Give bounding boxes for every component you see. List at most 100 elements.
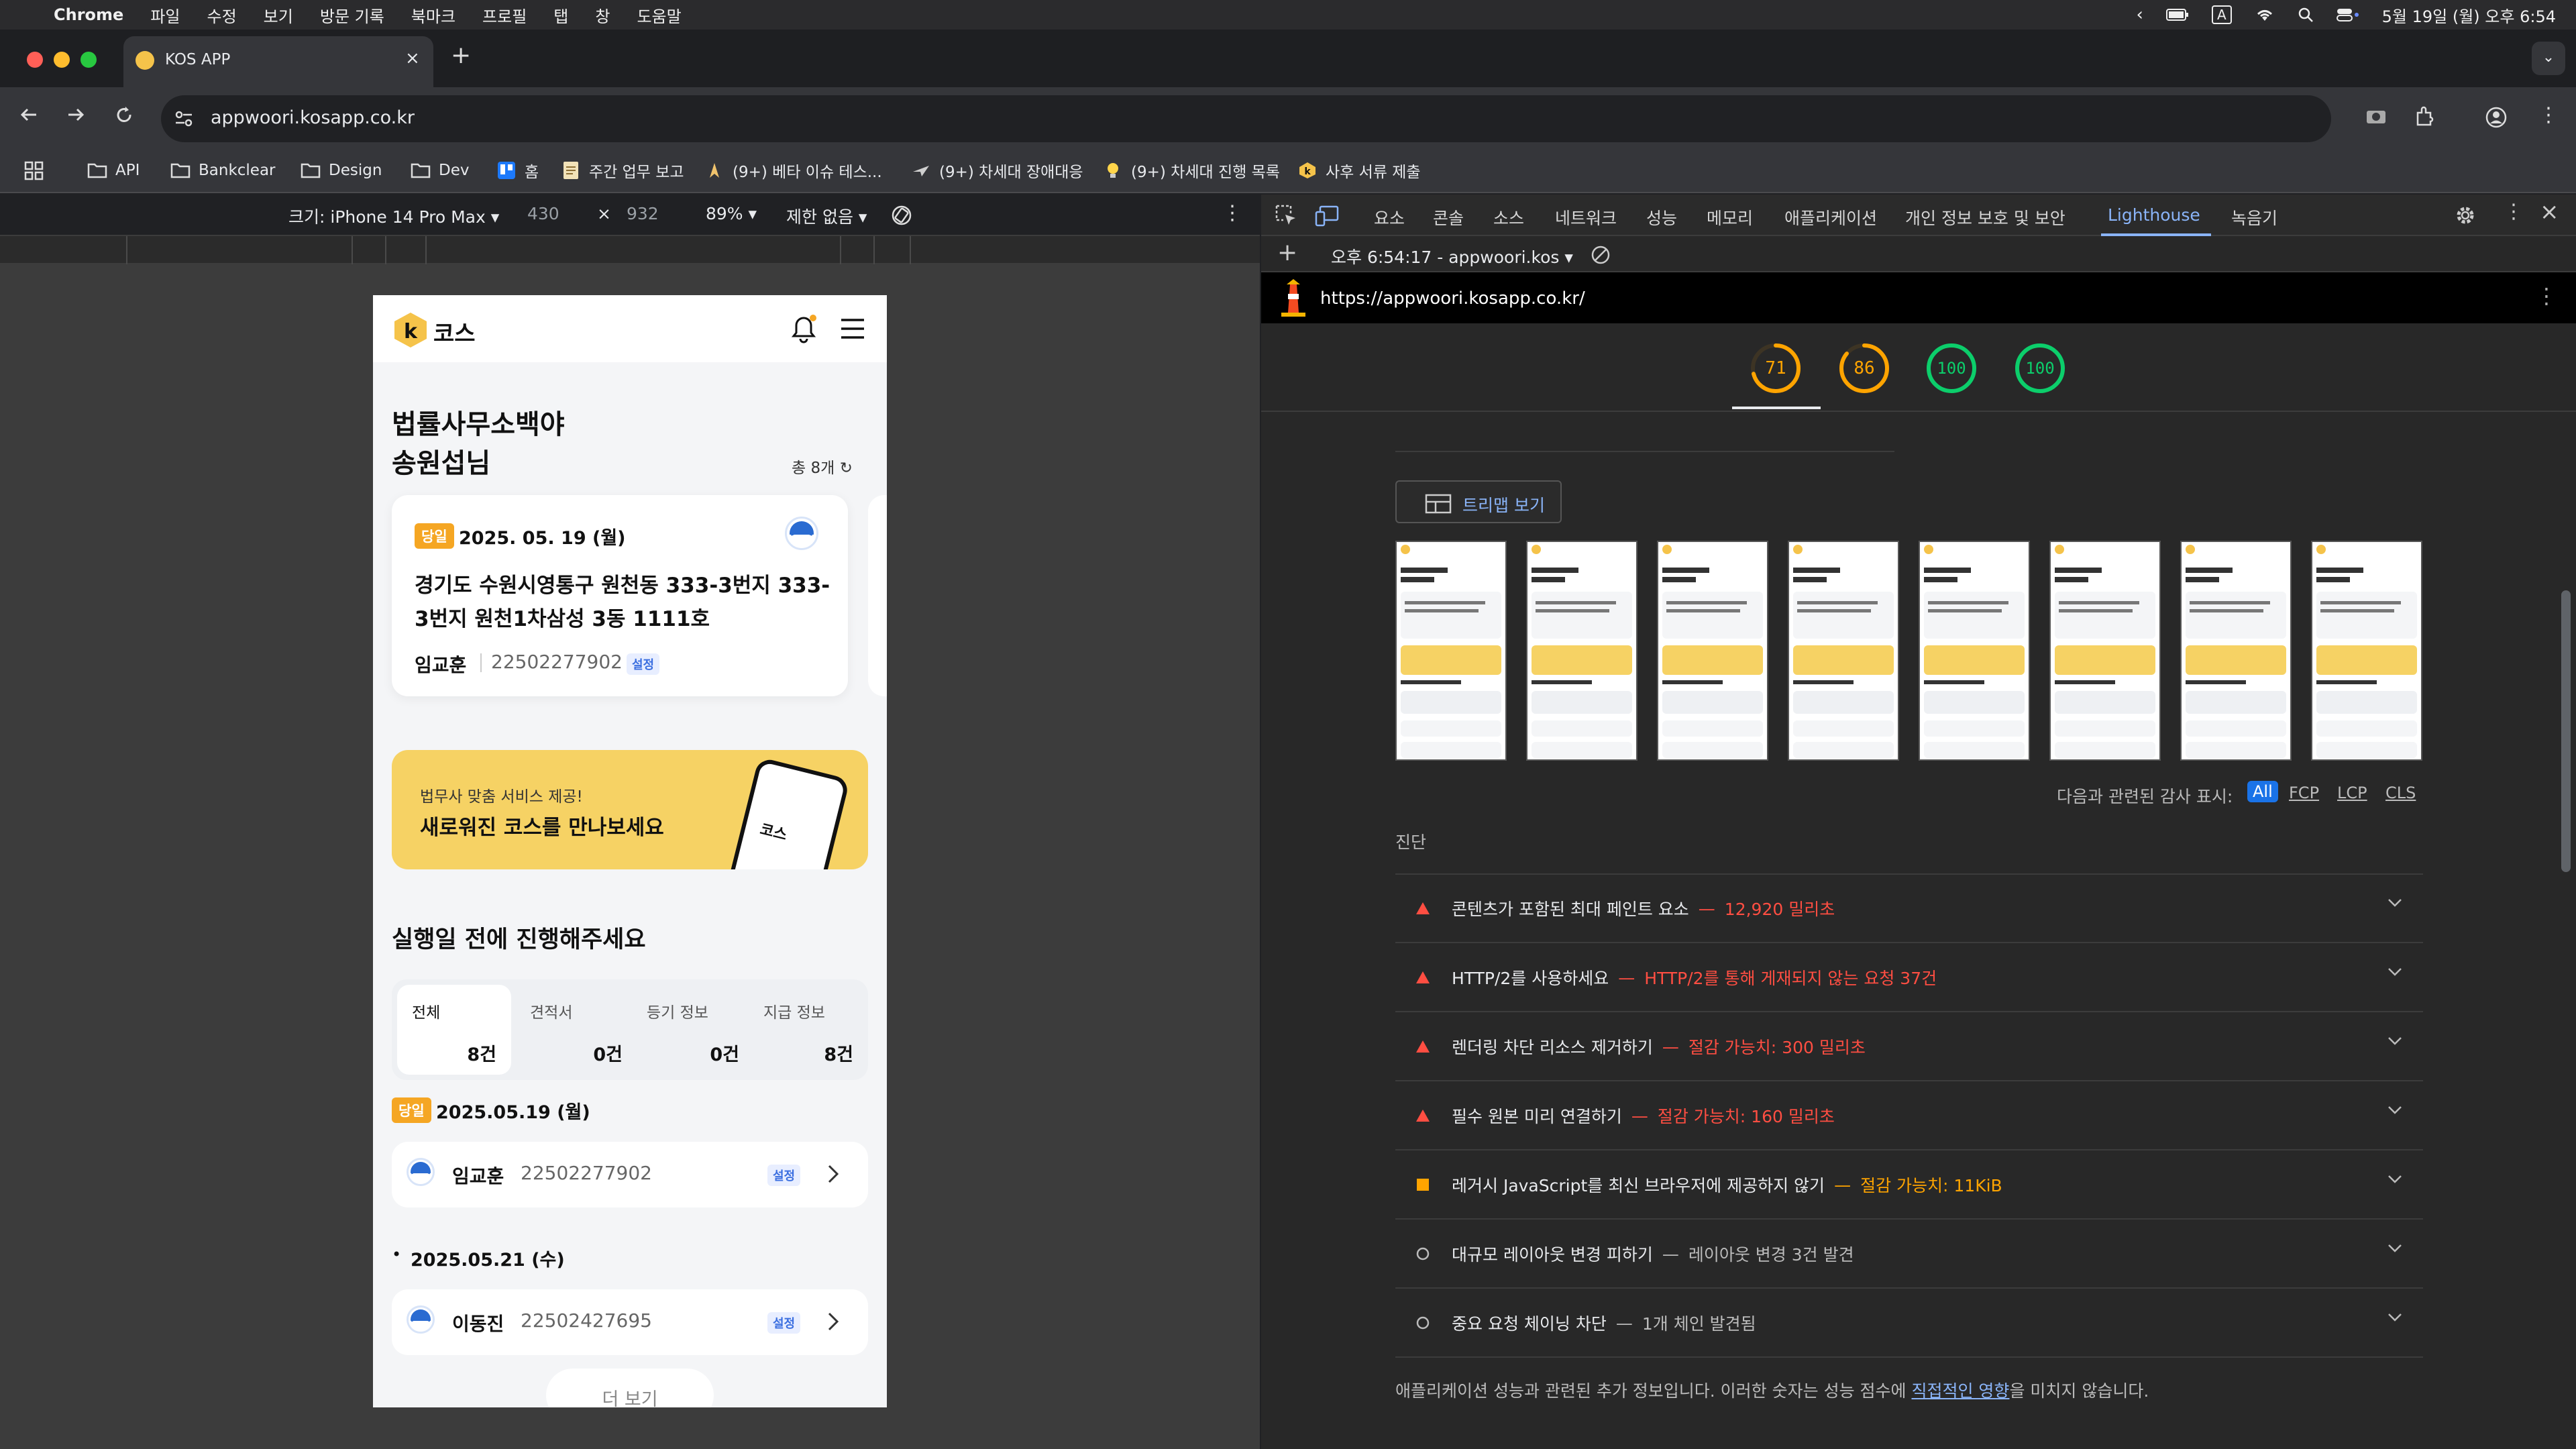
- chevron-right-icon[interactable]: [826, 1311, 840, 1332]
- tab-privacy-security[interactable]: 개인 정보 보호 및 보안: [1905, 205, 2065, 229]
- chrome-menu-icon[interactable]: ⋮: [2538, 103, 2559, 127]
- filmstrip-frame[interactable]: [2311, 541, 2422, 761]
- menu-file[interactable]: 파일: [150, 3, 180, 27]
- chevron-down-icon[interactable]: [2387, 1312, 2403, 1323]
- total-count[interactable]: 총 8개 ↻: [792, 455, 853, 478]
- list-item[interactable]: 임교훈 22502277902 설정: [392, 1142, 868, 1208]
- menu-profile[interactable]: 프로필: [482, 3, 527, 27]
- score-gauge-best-practices[interactable]: 100: [1925, 342, 1978, 394]
- back-icon[interactable]: [19, 105, 39, 125]
- case-card[interactable]: 당일 2025. 05. 19 (월) 경기도 수원시영통구 원천동 333-3…: [392, 495, 848, 696]
- filmstrip-frame[interactable]: [1526, 541, 1638, 761]
- reload-icon[interactable]: [114, 105, 134, 125]
- device-toggle-icon[interactable]: [1315, 204, 1339, 227]
- rotate-icon[interactable]: [890, 204, 914, 227]
- tab-search-button[interactable]: ⌄: [2532, 42, 2565, 75]
- filter-all[interactable]: 전체 8건: [397, 985, 511, 1075]
- zoom-window-button[interactable]: [80, 52, 97, 68]
- score-gauge-accessibility[interactable]: 86: [1838, 342, 1890, 394]
- menubar-clock[interactable]: 5월 19일 (월) 오후 6:54: [2382, 3, 2556, 27]
- chevron-down-icon[interactable]: [2387, 967, 2403, 977]
- menu-tab[interactable]: 탭: [553, 3, 568, 27]
- audit-filter-cls[interactable]: CLS: [2385, 784, 2416, 802]
- audit-filter-fcp[interactable]: FCP: [2289, 784, 2319, 802]
- audit-filter-all[interactable]: All: [2247, 781, 2278, 802]
- tab-application[interactable]: 애플리케이션: [1784, 205, 1877, 229]
- diagnostic-row[interactable]: HTTP/2를 사용하세요 — HTTP/2를 통해 게재되지 않는 요청 37건: [1395, 944, 2423, 1012]
- kos-logo-icon[interactable]: k: [392, 311, 429, 349]
- device-select[interactable]: 크기: iPhone 14 Pro Max ▾: [288, 204, 499, 228]
- bookmark-home[interactable]: 홈: [496, 149, 539, 192]
- close-window-button[interactable]: [27, 52, 43, 68]
- search-icon[interactable]: [2298, 7, 2314, 23]
- media-query-ruler[interactable]: [0, 236, 1260, 264]
- refresh-icon[interactable]: ↻: [840, 460, 853, 477]
- close-tab-icon[interactable]: ×: [405, 48, 420, 68]
- filmstrip-frame[interactable]: [1788, 541, 1899, 761]
- height-input[interactable]: 932: [627, 204, 659, 223]
- more-button[interactable]: 더 보기: [546, 1368, 714, 1407]
- report-menu-icon[interactable]: ⋮: [2536, 283, 2557, 309]
- settings-gear-icon[interactable]: [2454, 204, 2477, 227]
- list-item-setting-badge[interactable]: 설정: [767, 1165, 801, 1186]
- menu-edit[interactable]: 수정: [207, 3, 236, 27]
- diagnostic-row[interactable]: 콘텐츠가 포함된 최대 페인트 요소 — 12,920 밀리초: [1395, 875, 2423, 943]
- new-tab-button[interactable]: +: [451, 42, 471, 69]
- camera-icon[interactable]: [2365, 107, 2387, 125]
- filter-estimate[interactable]: 견적서 0건: [519, 985, 633, 1075]
- bookmark-incident-response[interactable]: (9+) 차세대 장애대응: [911, 149, 1083, 192]
- menu-bookmarks[interactable]: 북마크: [411, 3, 455, 27]
- tab-kos-app[interactable]: KOS APP ×: [123, 36, 433, 87]
- bookmark-progress-list[interactable]: (9+) 차세대 진행 목록: [1103, 149, 1280, 192]
- bookmark-beta-issues[interactable]: (9+) 베타 이슈 테스...: [704, 149, 882, 192]
- chevron-left-icon[interactable]: ‹: [2137, 5, 2143, 25]
- devtools-scrollbar[interactable]: [2561, 590, 2571, 872]
- chevron-right-icon[interactable]: [826, 1163, 840, 1185]
- diagnostic-row[interactable]: 대규모 레이아웃 변경 피하기 — 레이아웃 변경 3건 발견: [1395, 1220, 2423, 1289]
- diagnostic-row[interactable]: 필수 원본 미리 연결하기 — 절감 가능치: 160 밀리초: [1395, 1082, 2423, 1150]
- filmstrip-frame[interactable]: [1919, 541, 2030, 761]
- address-bar[interactable]: appwoori.kosapp.co.kr: [161, 95, 2331, 142]
- wifi-icon[interactable]: [2255, 7, 2275, 22]
- extensions-icon[interactable]: [2414, 106, 2435, 127]
- notification-bell-icon[interactable]: [790, 314, 817, 343]
- filter-registry-info[interactable]: 등기 정보 0건: [636, 985, 750, 1075]
- score-gauge-performance[interactable]: 71: [1750, 342, 1802, 394]
- score-gauge-seo[interactable]: 100: [2014, 342, 2066, 394]
- bookmark-api[interactable]: API: [87, 149, 140, 192]
- card-setting-badge[interactable]: 설정: [627, 653, 660, 675]
- site-info-icon[interactable]: [174, 110, 193, 127]
- tab-lighthouse[interactable]: Lighthouse: [2108, 205, 2200, 225]
- chevron-down-icon[interactable]: [2387, 1243, 2403, 1254]
- battery-icon[interactable]: [2165, 8, 2189, 21]
- tab-memory[interactable]: 메모리: [1707, 205, 1753, 229]
- hamburger-menu-icon[interactable]: [840, 318, 865, 339]
- tab-performance[interactable]: 성능: [1646, 205, 1677, 229]
- filmstrip-frame[interactable]: [1657, 541, 1768, 761]
- minimize-window-button[interactable]: [54, 52, 70, 68]
- input-source-icon[interactable]: A: [2211, 5, 2232, 24]
- tab-recorder[interactable]: 녹음기: [2231, 205, 2277, 229]
- chevron-down-icon[interactable]: [2387, 1105, 2403, 1116]
- filmstrip-frame[interactable]: [1395, 541, 1507, 761]
- direct-impact-link[interactable]: 직접적인 영향: [1911, 1381, 2009, 1401]
- width-input[interactable]: 430: [527, 204, 559, 223]
- zoom-select[interactable]: 89% ▾: [706, 204, 757, 223]
- bookmark-design[interactable]: Design: [301, 149, 382, 192]
- filmstrip-frame[interactable]: [2180, 541, 2292, 761]
- treemap-button[interactable]: 트리맵 보기: [1395, 480, 1562, 523]
- forward-icon[interactable]: [66, 105, 86, 125]
- tab-console[interactable]: 콘솔: [1433, 205, 1464, 229]
- device-more-icon[interactable]: ⋮: [1222, 201, 1242, 225]
- inspect-element-icon[interactable]: [1275, 204, 1297, 227]
- tab-sources[interactable]: 소스: [1493, 205, 1524, 229]
- list-item-setting-badge[interactable]: 설정: [767, 1312, 801, 1334]
- audit-filter-lcp[interactable]: LCP: [2337, 784, 2367, 802]
- new-report-icon[interactable]: +: [1277, 239, 1297, 266]
- chevron-down-icon[interactable]: [2387, 1174, 2403, 1185]
- filter-payment-info[interactable]: 지급 정보 8건: [753, 985, 864, 1075]
- report-selector[interactable]: 오후 6:54:17 - appwoori.kos ▾: [1331, 244, 1573, 268]
- menu-view[interactable]: 보기: [264, 3, 293, 27]
- clear-reports-icon[interactable]: [1590, 244, 1611, 266]
- filmstrip-frame[interactable]: [2049, 541, 2161, 761]
